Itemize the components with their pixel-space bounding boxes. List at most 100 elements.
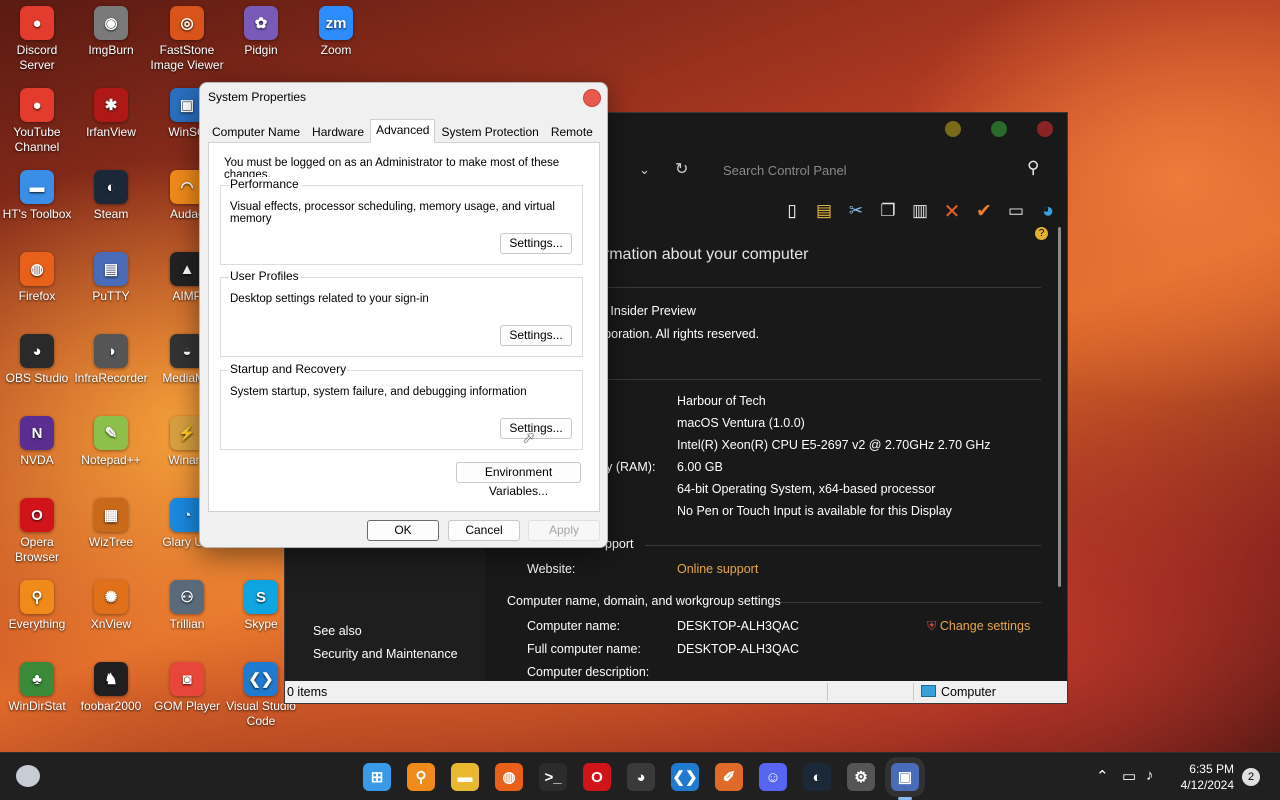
desktop-icon-label: Everything — [8, 617, 66, 631]
taskbar-settings-icon[interactable]: ⚙ — [847, 763, 875, 791]
desktop-icon-zoom[interactable]: zm Zoom — [299, 6, 373, 58]
desktop-icon-faststone-image-viewer[interactable]: ◎ FastStone Image Viewer — [150, 6, 224, 73]
view-pane-icon[interactable]: ▯ — [779, 198, 805, 224]
weather-icon[interactable] — [16, 765, 40, 787]
clock[interactable]: 6:35 PM 4/12/2024 — [1181, 761, 1234, 793]
close-button[interactable] — [583, 89, 601, 107]
check-icon[interactable]: ✔ — [971, 198, 997, 224]
desktop-icon-everything[interactable]: ⚲ Everything — [0, 580, 74, 632]
desktop-icon-nvda[interactable]: N NVDA — [0, 416, 74, 468]
taskbar-search-icon[interactable]: ⚲ — [407, 763, 435, 791]
desktop-icon-opera-browser[interactable]: O Opera Browser — [0, 498, 74, 565]
taskbar-discord-icon[interactable]: ☺ — [759, 763, 787, 791]
tab-advanced[interactable]: Advanced — [370, 119, 436, 143]
desktop-icon-gom-player[interactable]: ◙ GOM Player — [150, 662, 224, 714]
scrollbar[interactable] — [1058, 227, 1061, 587]
computer-name-row-label: Computer name: — [527, 619, 621, 633]
desktop-icon-ht-s-toolbox[interactable]: ▬ HT's Toolbox — [0, 170, 74, 222]
desktop-icon-foobar2000[interactable]: ♞ foobar2000 — [74, 662, 148, 714]
divider — [595, 379, 1041, 380]
app-icon: ◉ — [94, 6, 128, 40]
rename-icon[interactable]: ▭ — [1003, 198, 1029, 224]
taskbar-firefox-icon[interactable]: ◍ — [495, 763, 523, 791]
desktop-icon-trillian[interactable]: ⚇ Trillian — [150, 580, 224, 632]
desktop-icon-infrarecorder[interactable]: ◑ InfraRecorder — [74, 334, 148, 386]
desktop-icon-firefox[interactable]: ◍ Firefox — [0, 252, 74, 304]
tab-system-protection[interactable]: System Protection — [435, 121, 544, 143]
search-input[interactable]: Search Control Panel — [711, 157, 1051, 185]
cancel-button[interactable]: Cancel — [448, 520, 520, 541]
desktop-icon-putty[interactable]: ▤ PuTTY — [74, 252, 148, 304]
online-support-link[interactable]: Online support — [677, 562, 758, 576]
performance-settings-button[interactable]: Settings... — [500, 233, 572, 254]
minimize-button[interactable] — [945, 121, 961, 137]
globe-icon[interactable]: ◕ — [1035, 198, 1061, 224]
computer-name-row-label: Full computer name: — [527, 642, 641, 656]
tab-computer-name[interactable]: Computer Name — [206, 121, 306, 143]
user-profiles-title: User Profiles — [229, 269, 300, 283]
taskbar-paint-icon[interactable]: ✐ — [715, 763, 743, 791]
close-button[interactable] — [1037, 121, 1053, 137]
app-icon: ◑ — [94, 334, 128, 368]
copy-icon[interactable]: ❐ — [875, 198, 901, 224]
app-icon: S — [244, 580, 278, 614]
volume-icon[interactable]: ♪ — [1146, 767, 1154, 784]
desktop-icon-imgburn[interactable]: ◉ ImgBurn — [74, 6, 148, 58]
desktop-icon-obs-studio[interactable]: ◕ OBS Studio — [0, 334, 74, 386]
desktop-icon-discord-server[interactable]: ● Discord Server — [0, 6, 74, 73]
desktop-icon-irfanview[interactable]: ✱ IrfanView — [74, 88, 148, 140]
maximize-button[interactable] — [991, 121, 1007, 137]
desktop-icon-pidgin[interactable]: ✿ Pidgin — [224, 6, 298, 58]
tab-remote[interactable]: Remote — [545, 121, 599, 143]
divider — [781, 602, 1041, 603]
shield-icon: ⛨ — [927, 619, 937, 633]
desktop-icon-windirstat[interactable]: ♣ WinDirStat — [0, 662, 74, 714]
desktop-icon-label: XnView — [90, 617, 132, 631]
environment-variables-button[interactable]: Environment Variables... — [456, 462, 581, 498]
divider — [595, 287, 1041, 288]
refresh-icon[interactable]: ↻ — [675, 159, 688, 179]
properties-icon[interactable]: ▤ — [811, 198, 837, 224]
paste-icon[interactable]: ▥ — [907, 198, 933, 224]
desktop-icon-label: Zoom — [320, 43, 352, 57]
system-row-value: 6.00 GB — [677, 460, 723, 474]
desktop-icon-xnview[interactable]: ✺ XnView — [74, 580, 148, 632]
startup-recovery-settings-button[interactable]: Settings... — [500, 418, 572, 439]
app-icon: ❮❯ — [244, 662, 278, 696]
desktop-icon-steam[interactable]: ◐ Steam — [74, 170, 148, 222]
computer-name-section-title: Computer name, domain, and workgroup set… — [507, 594, 781, 608]
tab-hardware[interactable]: Hardware — [306, 121, 370, 143]
taskbar-system-properties-icon[interactable]: ▣ — [891, 763, 919, 791]
desktop-icon-youtube-channel[interactable]: ● YouTube Channel — [0, 88, 74, 155]
page-heading: ormation about your computer — [595, 246, 809, 263]
app-icon: O — [20, 498, 54, 532]
chevron-down-icon[interactable]: ⌄ — [639, 162, 650, 178]
user-profiles-settings-button[interactable]: Settings... — [500, 325, 572, 346]
ok-button[interactable]: OK — [367, 520, 439, 541]
taskbar-steam-icon[interactable]: ◐ — [803, 763, 831, 791]
notification-badge[interactable]: 2 — [1242, 768, 1260, 786]
chevron-up-icon[interactable]: ⌃ — [1096, 767, 1109, 785]
taskbar-terminal-icon[interactable]: >_ — [539, 763, 567, 791]
taskbar-opera-icon[interactable]: O — [583, 763, 611, 791]
help-icon[interactable]: ? — [1035, 227, 1048, 240]
desktop-icon-notepad-[interactable]: ✎ Notepad++ — [74, 416, 148, 468]
taskbar-obs-icon[interactable]: ◕ — [627, 763, 655, 791]
search-icon[interactable]: ⚲ — [1027, 158, 1039, 178]
taskbar-vscode-icon[interactable]: ❮❯ — [671, 763, 699, 791]
cut-icon[interactable]: ✂ — [843, 198, 869, 224]
network-icon[interactable]: ▭ — [1122, 767, 1136, 785]
change-settings-link[interactable]: ⛨ Change settings — [927, 619, 1030, 634]
desktop-icon-label: WizTree — [88, 535, 134, 549]
apply-button[interactable]: Apply — [528, 520, 600, 541]
desktop-icon-label: Trillian — [169, 617, 205, 631]
status-location: Computer — [941, 685, 996, 699]
delete-icon[interactable]: ✕ — [939, 198, 965, 224]
app-icon: ● — [20, 88, 54, 122]
taskbar-start-icon[interactable]: ⊞ — [363, 763, 391, 791]
status-bar: 0 items Computer — [285, 681, 1067, 703]
desktop-icon-wiztree[interactable]: ▦ WizTree — [74, 498, 148, 550]
toolbar: ▯ ▤ ✂ ❐ ▥ ✕ ✔ ▭ ◕ — [779, 197, 1061, 225]
taskbar-file-explorer-icon[interactable]: ▬ — [451, 763, 479, 791]
security-maintenance-link[interactable]: Security and Maintenance — [313, 647, 458, 661]
